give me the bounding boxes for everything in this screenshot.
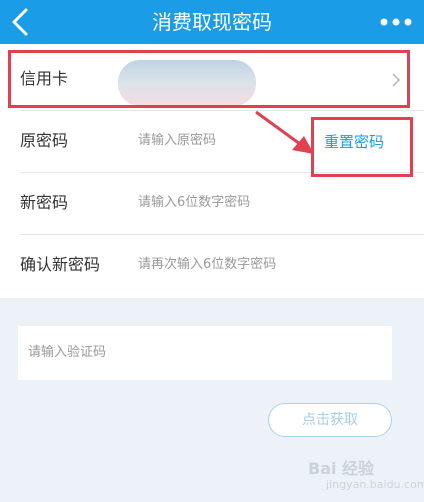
annotation-arrow-icon xyxy=(255,110,314,154)
old-password-label: 原密码 xyxy=(20,131,69,150)
get-code-button[interactable]: 点击获取 xyxy=(268,403,392,437)
verification-code-placeholder: 请输入验证码 xyxy=(28,345,107,360)
app-header: 消费取现密码 xyxy=(0,0,424,44)
verification-code-input[interactable]: 请输入验证码 xyxy=(18,326,392,380)
more-dots-icon[interactable] xyxy=(376,12,416,32)
watermark-url: jingyan.baidu.com xyxy=(326,478,424,491)
watermark-logo: Bai 经验 xyxy=(308,459,375,478)
page-title: 消费取现密码 xyxy=(152,10,272,34)
annotation-box-reset xyxy=(311,117,413,177)
new-password-row: 新密码 请输入6位数字密码 xyxy=(0,172,424,234)
new-password-input[interactable]: 请输入6位数字密码 xyxy=(138,172,250,234)
confirm-password-row: 确认新密码 请再次输入6位数字密码 xyxy=(0,234,424,296)
old-password-input[interactable]: 请输入原密码 xyxy=(138,110,216,172)
confirm-password-input[interactable]: 请再次输入6位数字密码 xyxy=(138,234,276,296)
confirm-password-label: 确认新密码 xyxy=(20,255,101,274)
new-password-label: 新密码 xyxy=(20,193,69,212)
annotation-box-card xyxy=(8,50,410,108)
